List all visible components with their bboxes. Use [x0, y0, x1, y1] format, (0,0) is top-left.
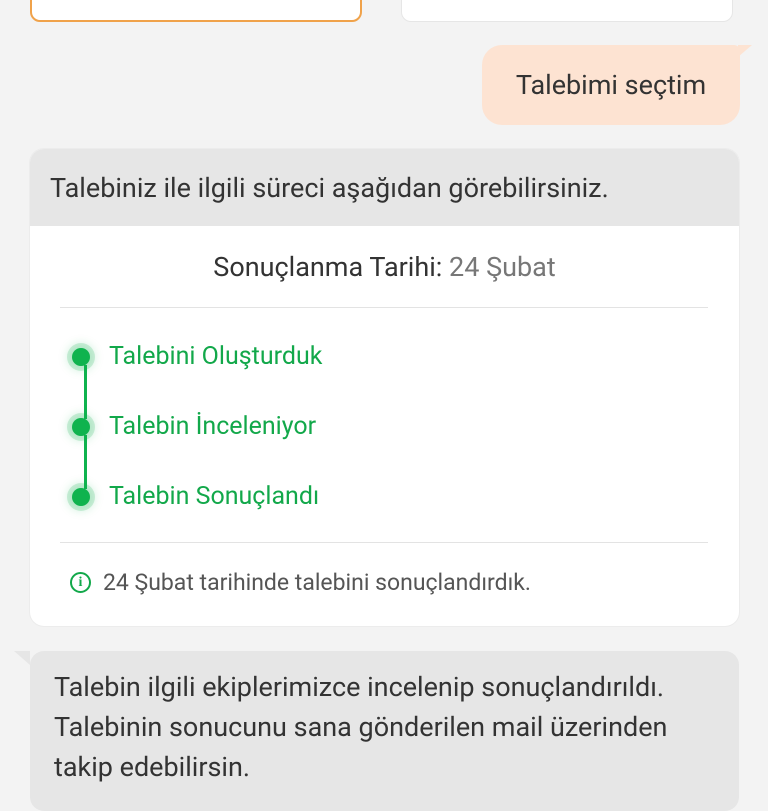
step-label: Talebin İnceleniyor [109, 412, 317, 441]
step-label: Talebini Oluşturduk [109, 342, 323, 371]
option-card[interactable] [401, 0, 733, 22]
user-message-text: Talebimi seçtim [515, 69, 707, 101]
step-complete-dot-icon [72, 417, 90, 436]
result-date-row: Sonuçlanma Tarihi: 24 Şubat [30, 251, 739, 283]
timeline-step: Talebin İnceleniyor [72, 412, 316, 441]
result-date-value: 24 Şubat [449, 251, 556, 283]
info-row: i 24 Şubat tarihinde talebini sonuçlandı… [70, 569, 531, 596]
status-card-header: Talebiniz ile ilgili süreci aşağıdan gör… [30, 149, 739, 226]
info-icon: i [70, 572, 91, 593]
bot-message-bubble: Talebin ilgili ekiplerimizce incelenip s… [14, 651, 739, 811]
request-status-card: Talebiniz ile ilgili süreci aşağıdan gör… [30, 149, 739, 626]
divider [60, 542, 708, 543]
info-text: 24 Şubat tarihinde talebini sonuçlandırd… [103, 569, 531, 596]
step-complete-dot-icon [72, 347, 90, 366]
timeline-step: Talebin Sonuçlandı [72, 482, 319, 511]
step-complete-dot-icon [72, 487, 90, 506]
divider [60, 307, 708, 308]
bot-message-text: Talebin ilgili ekiplerimizce incelenip s… [54, 671, 668, 783]
selected-option-card[interactable] [30, 0, 362, 22]
step-label: Talebin Sonuçlandı [109, 482, 320, 511]
result-date-label: Sonuçlanma Tarihi: [213, 251, 443, 283]
user-message-bubble: Talebimi seçtim [482, 45, 752, 125]
timeline-step: Talebini Oluşturduk [72, 342, 322, 371]
timeline-connector [84, 435, 87, 489]
timeline-connector [84, 365, 87, 419]
